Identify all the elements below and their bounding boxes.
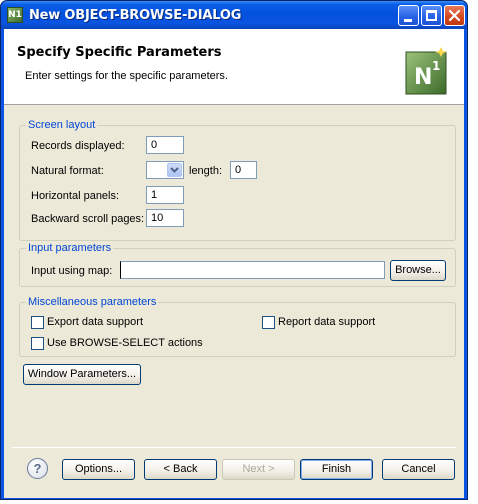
misc-parameters-title: Miscellaneous parameters	[26, 296, 159, 308]
dialog-client-area: Specify Specific Parameters Enter settin…	[4, 29, 464, 498]
browse-select-checkbox[interactable]	[31, 337, 44, 350]
report-data-checkbox[interactable]	[262, 316, 275, 329]
export-data-label[interactable]: Export data support	[47, 316, 143, 328]
records-displayed-label: Records displayed:	[31, 140, 125, 152]
export-data-checkbox[interactable]	[31, 316, 44, 329]
input-parameters-group: Input parameters Input using map: Browse…	[19, 242, 456, 287]
length-label: length:	[189, 165, 223, 177]
close-icon	[448, 9, 461, 22]
next-button[interactable]: Next >	[222, 459, 295, 480]
input-map-label: Input using map:	[31, 265, 113, 277]
browse-select-label[interactable]: Use BROWSE-SELECT actions	[47, 337, 203, 349]
backward-scroll-label: Backward scroll pages:	[31, 213, 145, 225]
finish-button[interactable]: Finish	[300, 459, 373, 480]
natural-format-combo[interactable]	[146, 161, 184, 179]
maximize-button[interactable]	[421, 5, 442, 26]
back-button[interactable]: < Back	[144, 459, 217, 480]
length-field[interactable]: 0	[230, 161, 257, 179]
horizontal-panels-label: Horizontal panels:	[31, 190, 120, 202]
natural-n1-icon: N 1	[405, 47, 447, 95]
misc-parameters-group: Miscellaneous parameters Export data sup…	[19, 296, 456, 357]
records-displayed-field[interactable]: 0	[146, 136, 184, 154]
maximize-icon	[426, 10, 437, 21]
window-parameters-button[interactable]: Window Parameters...	[23, 364, 141, 385]
dialog-window: N1 New OBJECT-BROWSE-DIALOG Specify Spec…	[0, 0, 468, 500]
footer-separator	[12, 447, 456, 448]
page-message: Enter settings for the specific paramete…	[25, 70, 228, 82]
report-data-label[interactable]: Report data support	[278, 316, 375, 328]
close-button[interactable]	[444, 5, 465, 26]
minimize-icon	[404, 19, 412, 22]
natural-format-label: Natural format:	[31, 165, 104, 177]
horizontal-panels-field[interactable]: 1	[146, 186, 184, 204]
backward-scroll-field[interactable]: 10	[146, 209, 184, 227]
wizard-header: Specify Specific Parameters Enter settin…	[4, 29, 464, 105]
svg-text:N: N	[414, 65, 432, 90]
options-button[interactable]: Options...	[62, 459, 135, 480]
app-icon: N1	[7, 7, 23, 23]
chevron-down-icon	[170, 167, 179, 173]
help-icon[interactable]: ?	[27, 458, 48, 479]
cancel-button[interactable]: Cancel	[382, 459, 455, 480]
browse-button[interactable]: Browse...	[390, 260, 446, 281]
minimize-button[interactable]	[398, 5, 419, 26]
page-title: Specify Specific Parameters	[17, 45, 222, 60]
combo-arrow[interactable]	[167, 163, 182, 177]
input-map-field[interactable]	[120, 261, 385, 279]
svg-text:1: 1	[432, 59, 440, 73]
screen-layout-group: Screen layout Records displayed: 0 Natur…	[19, 119, 456, 241]
input-parameters-title: Input parameters	[26, 242, 114, 254]
title-bar[interactable]: N1 New OBJECT-BROWSE-DIALOG	[1, 1, 467, 29]
window-title: New OBJECT-BROWSE-DIALOG	[29, 8, 242, 23]
screen-layout-title: Screen layout	[26, 119, 98, 131]
